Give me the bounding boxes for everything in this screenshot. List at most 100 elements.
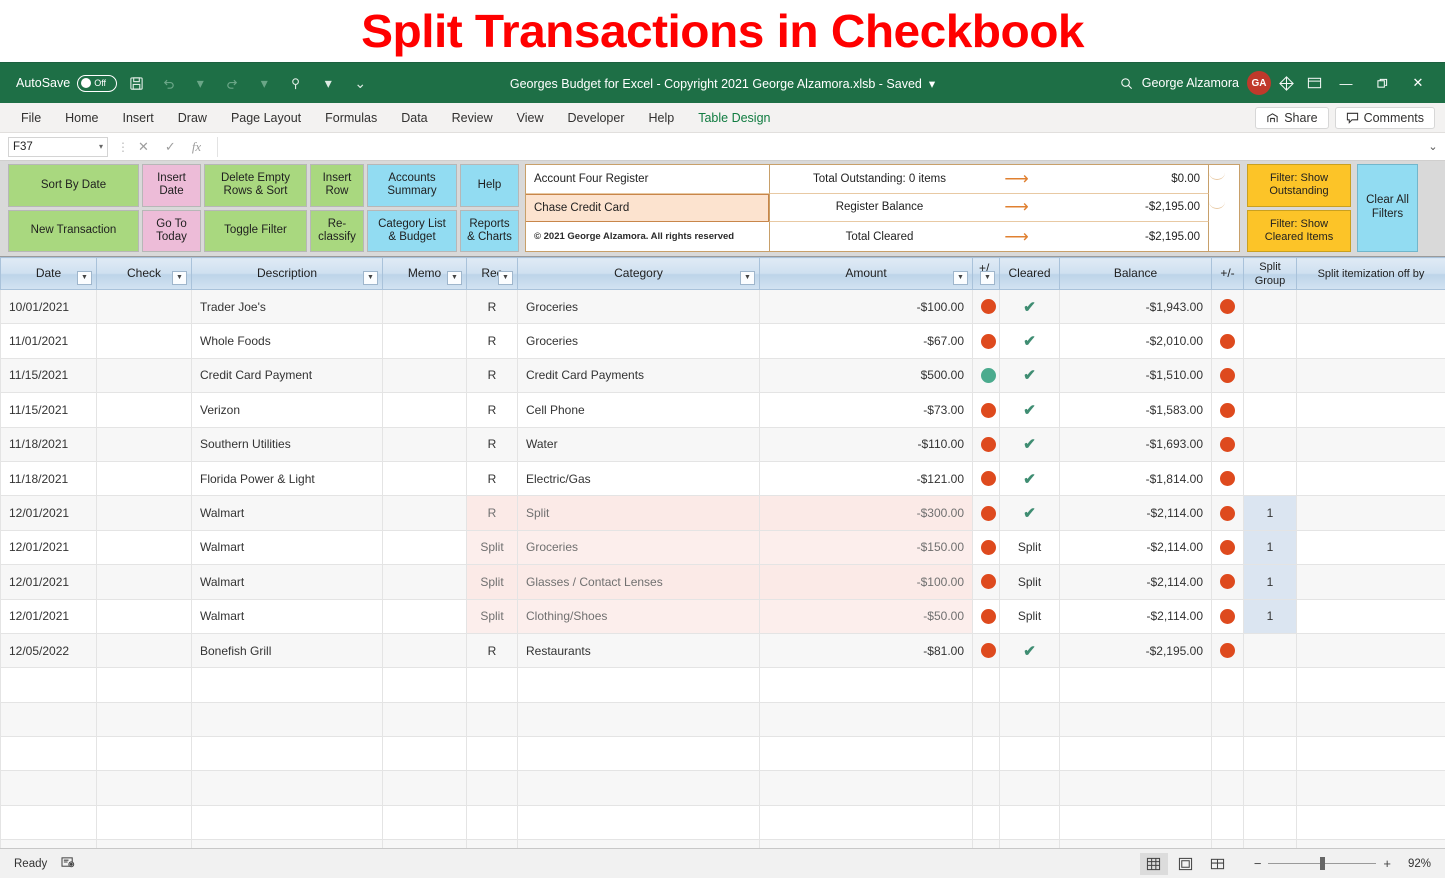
cell-empty[interactable]	[1059, 770, 1212, 806]
diamond-icon[interactable]	[1273, 70, 1299, 96]
cell-empty[interactable]	[1243, 701, 1297, 738]
column-header-balance[interactable]: Balance	[1059, 257, 1212, 290]
clear-all-filters-button[interactable]: Clear All Filters	[1357, 164, 1418, 252]
cell-amount[interactable]: -$121.00	[759, 460, 973, 497]
table-row-empty[interactable]	[0, 736, 1445, 772]
cell-empty[interactable]	[1296, 736, 1445, 772]
cell-check[interactable]	[96, 564, 192, 600]
cell-empty[interactable]	[191, 804, 383, 841]
cell-description[interactable]: Walmart	[191, 495, 383, 531]
filter-show-cleared-button[interactable]: Filter: Show Cleared Items	[1247, 209, 1351, 252]
column-header-memo[interactable]: Memo ▼	[382, 257, 467, 290]
cell-empty[interactable]	[759, 701, 973, 738]
cell-empty[interactable]	[0, 804, 97, 841]
table-row-empty[interactable]	[0, 667, 1445, 703]
cell-category[interactable]: Split	[517, 495, 760, 531]
cell-cleared[interactable]: ✔	[999, 495, 1060, 531]
cell-empty[interactable]	[1296, 804, 1445, 841]
cell-memo[interactable]	[382, 392, 467, 428]
cell-date[interactable]: 11/18/2021	[0, 460, 97, 497]
cell-balance-sign-dot[interactable]	[1211, 323, 1244, 359]
filter-dropdown-category-icon[interactable]: ▼	[740, 271, 755, 285]
cell-balance[interactable]: -$1,814.00	[1059, 460, 1212, 497]
filter-dropdown-sign-icon[interactable]: ▼	[980, 271, 995, 285]
cell-balance-sign-dot[interactable]	[1211, 495, 1244, 531]
worksheet-area[interactable]: Date ▼ Check ▼ Description ▼ Memo ▼ Rec ▼ Cat…	[0, 256, 1445, 848]
cell-amount[interactable]: -$150.00	[759, 529, 973, 566]
cell-cleared[interactable]: ✔	[999, 460, 1060, 497]
reports-charts-button[interactable]: Reports & Charts	[460, 209, 519, 252]
cell-empty[interactable]	[1243, 667, 1297, 703]
cell-amount-sign-dot[interactable]	[972, 323, 1000, 359]
cell-empty[interactable]	[759, 770, 973, 806]
cell-split-group[interactable]	[1243, 460, 1297, 497]
cell-rec[interactable]: R	[466, 632, 518, 669]
cell-date[interactable]: 12/01/2021	[0, 598, 97, 634]
column-header-rec[interactable]: Rec ▼	[466, 257, 518, 290]
cell-date[interactable]: 11/15/2021	[0, 357, 97, 394]
cell-split-group[interactable]	[1243, 426, 1297, 462]
cell-balance-sign-dot[interactable]	[1211, 288, 1244, 325]
document-title-dropdown-icon[interactable]: ▾	[925, 77, 935, 91]
cell-empty[interactable]	[972, 770, 1000, 806]
tab-file[interactable]: File	[10, 106, 52, 130]
cell-empty[interactable]	[1059, 701, 1212, 738]
zoom-level[interactable]: 92%	[1395, 858, 1431, 870]
cell-date[interactable]: 12/05/2022	[0, 632, 97, 669]
cell-amount[interactable]: -$110.00	[759, 426, 973, 462]
name-box-dropdown-icon[interactable]: ▾	[99, 142, 103, 151]
cell-amount-sign-dot[interactable]	[972, 564, 1000, 600]
cell-empty[interactable]	[382, 770, 467, 806]
cell-date[interactable]: 12/01/2021	[0, 495, 97, 531]
zoom-out-button[interactable]: −	[1254, 856, 1262, 871]
cell-empty[interactable]	[517, 701, 760, 738]
cell-empty[interactable]	[1296, 701, 1445, 738]
column-header-description[interactable]: Description ▼	[191, 257, 383, 290]
cell-balance[interactable]: -$2,195.00	[1059, 632, 1212, 669]
cell-rec[interactable]: Split	[466, 529, 518, 566]
cell-description[interactable]: Walmart	[191, 529, 383, 566]
cell-empty[interactable]	[0, 701, 97, 738]
cell-amount-sign-dot[interactable]	[972, 426, 1000, 462]
cell-rec[interactable]: R	[466, 288, 518, 325]
cell-split-group[interactable]: 1	[1243, 598, 1297, 634]
cell-empty[interactable]	[999, 667, 1060, 703]
column-header-amount-sign[interactable]: +/▼	[972, 257, 1000, 290]
cell-balance[interactable]: -$1,943.00	[1059, 288, 1212, 325]
cell-empty[interactable]	[96, 667, 192, 703]
comments-button[interactable]: Comments	[1334, 106, 1435, 129]
table-row[interactable]: 11/15/2021 Verizon R Cell Phone -$73.00 ✔ -$1,…	[0, 392, 1445, 428]
cell-category[interactable]: Electric/Gas	[517, 460, 760, 497]
cell-description[interactable]: Trader Joe's	[191, 288, 383, 325]
cell-memo[interactable]	[382, 632, 467, 669]
cell-check[interactable]	[96, 392, 192, 428]
cell-balance-sign-dot[interactable]	[1211, 426, 1244, 462]
cell-empty[interactable]	[1296, 770, 1445, 806]
column-header-check[interactable]: Check ▼	[96, 257, 192, 290]
cell-cleared[interactable]: ✔	[999, 632, 1060, 669]
cell-empty[interactable]	[759, 804, 973, 841]
redo-dropdown-icon[interactable]: ▾	[251, 70, 277, 96]
column-header-category[interactable]: Category ▼	[517, 257, 760, 290]
table-row[interactable]: 11/15/2021 Credit Card Payment R Credit Car…	[0, 357, 1445, 394]
filter-dropdown-rec-icon[interactable]: ▼	[498, 271, 513, 285]
cell-split-group[interactable]	[1243, 632, 1297, 669]
expand-formula-bar-icon[interactable]: ⌄	[1421, 140, 1445, 153]
cell-cleared[interactable]: ✔	[999, 323, 1060, 359]
cell-amount-sign-dot[interactable]	[972, 495, 1000, 531]
cell-split-itemization[interactable]	[1296, 632, 1445, 669]
cell-date[interactable]: 11/18/2021	[0, 426, 97, 462]
cell-empty[interactable]	[191, 701, 383, 738]
cell-description[interactable]: Credit Card Payment	[191, 357, 383, 394]
table-row[interactable]: 12/01/2021 Walmart Split Clothing/Shoes -$50…	[0, 598, 1445, 634]
cell-memo[interactable]	[382, 529, 467, 566]
cell-split-itemization[interactable]	[1296, 460, 1445, 497]
cell-split-itemization[interactable]	[1296, 426, 1445, 462]
zoom-slider[interactable]: − +	[1254, 856, 1391, 871]
cell-split-group[interactable]: 1	[1243, 564, 1297, 600]
cell-amount[interactable]: -$67.00	[759, 323, 973, 359]
formula-input[interactable]	[217, 136, 1417, 157]
cell-date[interactable]: 11/15/2021	[0, 392, 97, 428]
cell-empty[interactable]	[382, 839, 467, 848]
cell-rec[interactable]: R	[466, 495, 518, 531]
